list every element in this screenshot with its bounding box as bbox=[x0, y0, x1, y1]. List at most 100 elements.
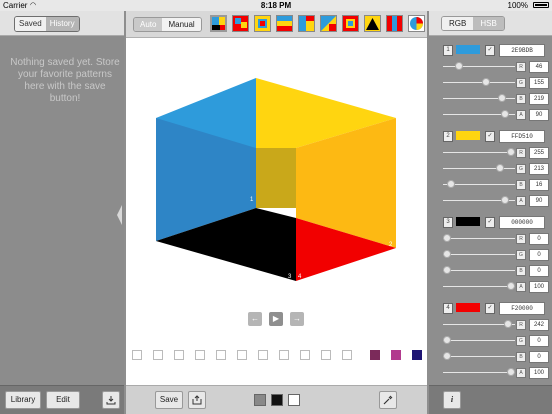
channel-value[interactable]: 46 bbox=[529, 61, 549, 73]
channel-value[interactable]: 100 bbox=[529, 367, 549, 379]
color-slot[interactable] bbox=[237, 350, 247, 360]
pattern-thumb-8[interactable] bbox=[364, 15, 381, 32]
slider-track[interactable] bbox=[443, 270, 515, 271]
channel-value[interactable]: 219 bbox=[529, 93, 549, 105]
slider-knob[interactable] bbox=[507, 368, 515, 376]
slider-track[interactable] bbox=[443, 286, 515, 287]
slider-track[interactable] bbox=[443, 238, 515, 239]
slider-knob[interactable] bbox=[500, 110, 509, 118]
channel-value[interactable]: 90 bbox=[529, 195, 549, 207]
channel-value[interactable]: 0 bbox=[529, 335, 549, 347]
color-slot[interactable] bbox=[195, 350, 205, 360]
pattern-thumb-1[interactable] bbox=[210, 15, 227, 32]
color-slot[interactable] bbox=[258, 350, 268, 360]
channel-value[interactable]: 0 bbox=[529, 233, 549, 245]
info-icon: i bbox=[450, 395, 454, 404]
edit-button[interactable]: Edit bbox=[46, 391, 80, 409]
slider-track[interactable] bbox=[443, 82, 515, 83]
eyedropper-button[interactable] bbox=[379, 391, 397, 409]
slider-knob[interactable] bbox=[447, 180, 456, 188]
slider-knob[interactable] bbox=[507, 282, 515, 290]
slider-knob[interactable] bbox=[503, 320, 512, 328]
channel-value[interactable]: 0 bbox=[529, 351, 549, 363]
slider-knob[interactable] bbox=[443, 352, 451, 360]
tab-history[interactable]: History bbox=[45, 17, 79, 31]
channel-value[interactable]: 242 bbox=[529, 319, 549, 331]
edit-checkbox[interactable]: ✓ bbox=[485, 303, 495, 314]
slider-knob[interactable] bbox=[443, 234, 451, 242]
background-gray-swatch[interactable] bbox=[254, 394, 266, 406]
slider-track[interactable] bbox=[443, 356, 515, 357]
tab-rgb[interactable]: RGB bbox=[442, 17, 474, 30]
slider-knob[interactable] bbox=[443, 250, 451, 258]
pattern-thumb-10[interactable] bbox=[408, 15, 425, 32]
color-slot[interactable] bbox=[153, 350, 163, 360]
pattern-thumb-3[interactable] bbox=[254, 15, 271, 32]
edit-checkbox[interactable]: ✓ bbox=[485, 45, 495, 56]
color-swatch[interactable] bbox=[456, 217, 480, 226]
pattern-thumb-5[interactable] bbox=[298, 15, 315, 32]
color-slot[interactable] bbox=[300, 350, 310, 360]
previous-button[interactable]: ← bbox=[248, 312, 262, 326]
slider-track[interactable] bbox=[443, 372, 515, 373]
slider-track[interactable] bbox=[443, 254, 515, 255]
slider-knob[interactable] bbox=[500, 196, 509, 204]
slider-knob[interactable] bbox=[496, 164, 505, 172]
save-button[interactable]: Save bbox=[155, 391, 183, 409]
color-slot-filled[interactable] bbox=[370, 350, 380, 360]
pattern-thumb-9[interactable] bbox=[386, 15, 403, 32]
slider-knob[interactable] bbox=[443, 336, 451, 344]
color-slot[interactable] bbox=[279, 350, 289, 360]
color-swatch[interactable] bbox=[456, 303, 480, 312]
slider-knob[interactable] bbox=[481, 78, 490, 86]
hex-input[interactable]: 000000 bbox=[499, 216, 545, 229]
pattern-thumb-4[interactable] bbox=[276, 15, 293, 32]
slider-track[interactable] bbox=[443, 168, 515, 169]
channel-value[interactable]: 0 bbox=[529, 265, 549, 277]
color-slot[interactable] bbox=[321, 350, 331, 360]
pattern-thumb-7[interactable] bbox=[342, 15, 359, 32]
channel-value[interactable]: 213 bbox=[529, 163, 549, 175]
channel-value[interactable]: 255 bbox=[529, 147, 549, 159]
edit-checkbox[interactable]: ✓ bbox=[485, 131, 495, 142]
color-swatch[interactable] bbox=[456, 131, 480, 140]
collapse-left-chevron-icon[interactable] bbox=[117, 205, 123, 225]
background-white-swatch[interactable] bbox=[288, 394, 300, 406]
color-slot-filled[interactable] bbox=[412, 350, 422, 360]
slider-knob[interactable] bbox=[454, 62, 463, 70]
slider-track[interactable] bbox=[443, 66, 515, 67]
next-button[interactable]: → bbox=[290, 312, 304, 326]
tab-saved[interactable]: Saved bbox=[15, 17, 46, 31]
slider-track[interactable] bbox=[443, 340, 515, 341]
info-button[interactable]: i bbox=[443, 391, 461, 409]
pattern-thumb-6[interactable] bbox=[320, 15, 337, 32]
slider-knob[interactable] bbox=[507, 148, 515, 156]
channel-value[interactable]: 155 bbox=[529, 77, 549, 89]
color-swatch[interactable] bbox=[456, 45, 480, 54]
slider-track[interactable] bbox=[443, 152, 515, 153]
mode-auto[interactable]: Auto bbox=[134, 18, 163, 31]
hex-input[interactable]: 2E9BDB bbox=[499, 44, 545, 57]
slider-knob[interactable] bbox=[497, 94, 506, 102]
channel-value[interactable]: 100 bbox=[529, 281, 549, 293]
color-slot[interactable] bbox=[132, 350, 142, 360]
channel-value[interactable]: 16 bbox=[529, 179, 549, 191]
edit-checkbox[interactable]: ✓ bbox=[485, 217, 495, 228]
color-slot[interactable] bbox=[174, 350, 184, 360]
library-button[interactable]: Library bbox=[5, 391, 41, 409]
hex-input[interactable]: F20000 bbox=[499, 302, 545, 315]
play-button[interactable]: ▶ bbox=[269, 312, 283, 326]
channel-value[interactable]: 90 bbox=[529, 109, 549, 121]
tab-hsb[interactable]: HSB bbox=[473, 17, 504, 30]
channel-value[interactable]: 0 bbox=[529, 249, 549, 261]
color-slot[interactable] bbox=[216, 350, 226, 360]
hex-input[interactable]: FFD510 bbox=[499, 130, 545, 143]
import-button[interactable] bbox=[102, 391, 120, 409]
background-black-swatch[interactable] bbox=[271, 394, 283, 406]
mode-manual[interactable]: Manual bbox=[162, 18, 201, 31]
slider-knob[interactable] bbox=[443, 266, 451, 274]
color-slot[interactable] bbox=[342, 350, 352, 360]
pattern-thumb-2[interactable] bbox=[232, 15, 249, 32]
color-slot-filled[interactable] bbox=[391, 350, 401, 360]
share-button[interactable] bbox=[188, 391, 206, 409]
